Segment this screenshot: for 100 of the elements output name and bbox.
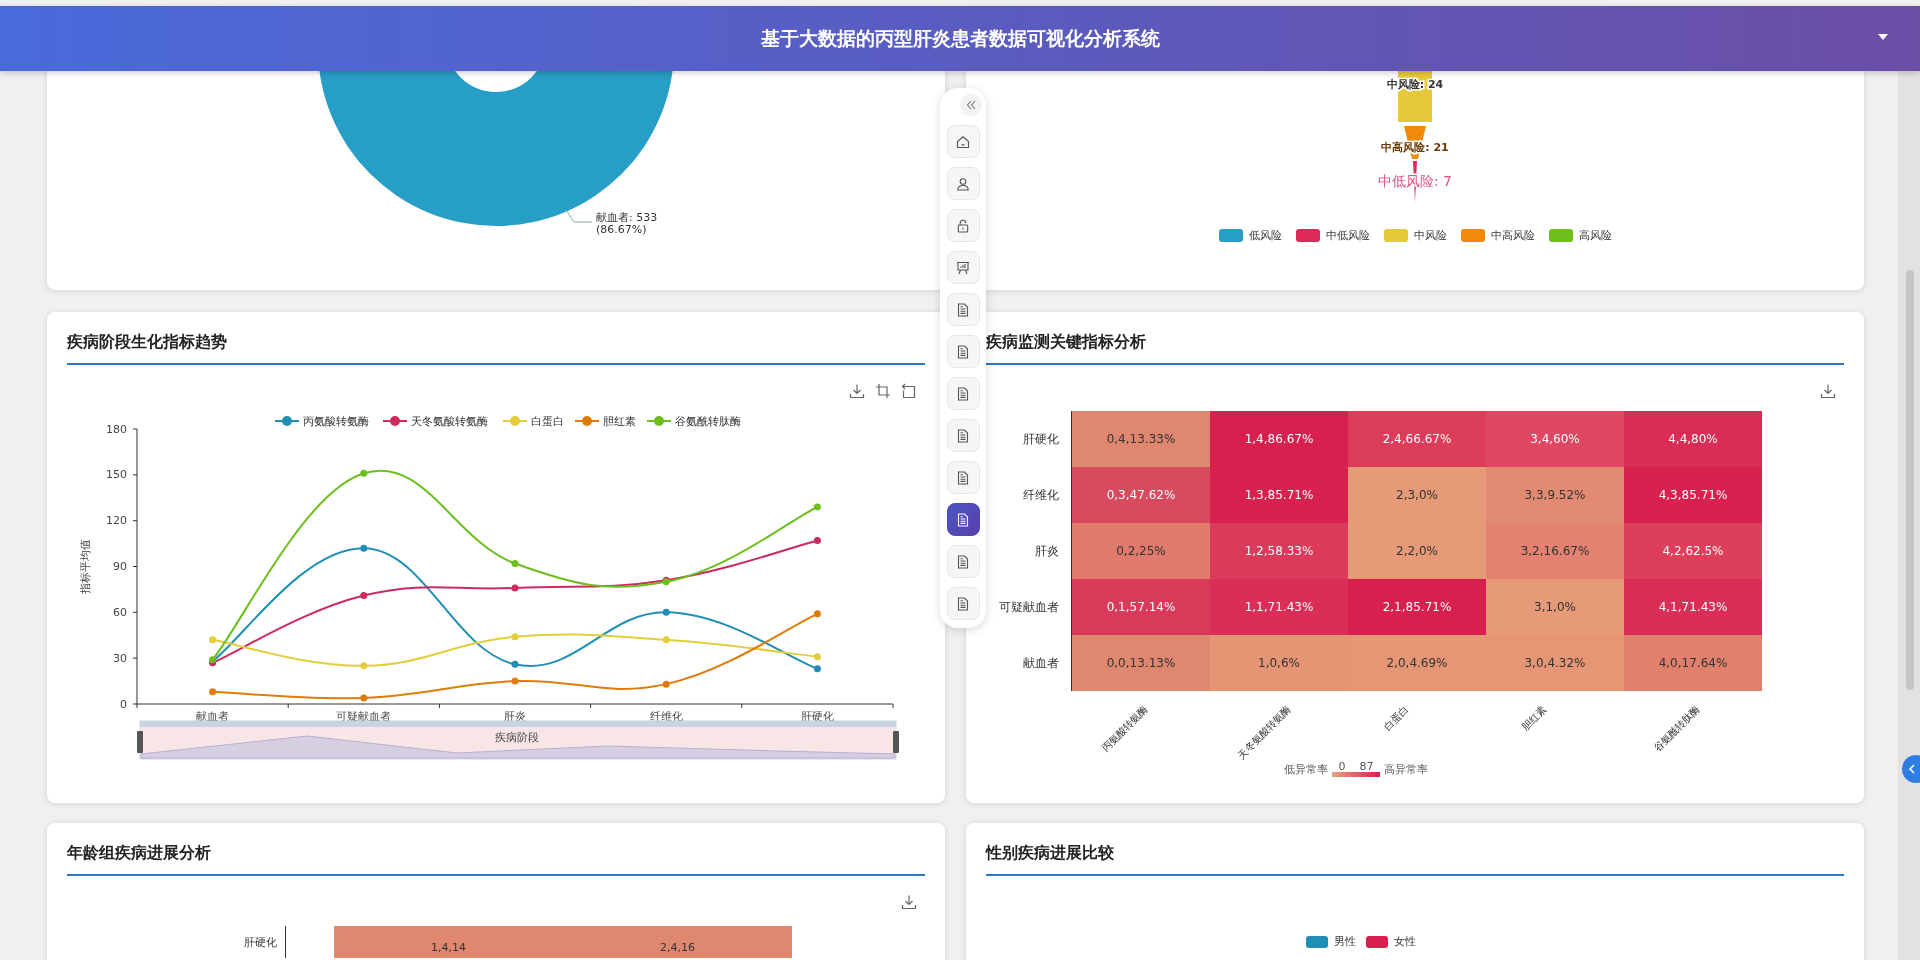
heatmap-cell: 4,2,62.5% [1624,523,1762,579]
heatmap-cell: 2,0,4.69% [1348,635,1486,691]
data-point [511,559,519,567]
legend-label: 白蛋白 [531,415,564,428]
document-icon [956,554,970,569]
heatmap-cell: 3,4,60% [1486,411,1624,467]
legend-item[interactable]: 天冬氨酸转氨酶 [382,415,488,428]
caret-icon[interactable] [1878,34,1888,40]
double-chevron-icon [966,100,976,110]
legend-item[interactable]: 白蛋白 [502,415,564,428]
y-tick-label: 0 [120,697,127,711]
reset-icon[interactable] [901,383,917,399]
x-tick-label: 肝炎 [504,710,526,723]
home-icon [956,134,970,149]
legend-label[interactable]: 高风险 [1578,228,1612,243]
legend-label[interactable]: 女性 [1394,934,1416,949]
data-point [662,608,670,616]
x-tick-label: 谷氨酰转肽酶 [1650,703,1703,756]
heatmap-cell: 0,2,25% [1072,523,1210,579]
heatmap-cell: 2,1,85.71% [1348,579,1486,635]
heatmap-cell: 0,3,47.62% [1072,467,1210,523]
x-axis-title: 疾病阶段 [495,731,539,744]
data-point [360,469,368,477]
chart-board-icon [956,260,970,275]
lock-icon [956,218,970,233]
y-tick-label: 120 [106,514,127,528]
heatmap-cell: 0,1,57.14% [1072,579,1210,635]
scrollbar-thumb[interactable] [1906,270,1914,690]
document-icon [956,512,970,527]
data-point [209,688,217,696]
legend-item[interactable]: 丙氨酸转氨酶 [274,415,369,428]
x-tick-label: 天冬氨酸转氨酶 [1234,703,1294,763]
document-icon [956,386,970,401]
document-icon [956,344,970,359]
card-title: 疾病阶段生化指标趋势 [67,332,227,353]
data-point [813,503,821,511]
card-title: 年龄组疾病进展分析 [67,843,211,864]
legend-label: 谷氨酰转肽酶 [675,415,741,428]
document-icon [956,428,970,443]
heatmap-cell: 1,3,85.71% [1210,467,1348,523]
zoom-slider[interactable] [137,720,899,760]
heatmap-cell: 3,3,9.52% [1486,467,1624,523]
data-point [360,544,368,552]
legend-label[interactable]: 低风险 [1248,228,1282,243]
legend-item[interactable]: 谷氨酰转肽酶 [646,415,741,428]
heatmap-cell: 4,1,71.43% [1624,579,1762,635]
heatmap-cell: 0,0,13.13% [1072,635,1210,691]
user-icon [956,176,970,191]
legend-label[interactable]: 男性 [1334,934,1356,949]
collapse-button[interactable] [960,94,982,116]
heatmap-cell: 2,3,0% [1348,467,1486,523]
heatmap-cell: 3,1,0% [1486,579,1624,635]
data-point [511,584,519,592]
y-axis-title: 指标平均值 [79,539,92,594]
x-tick-label: 胆红素 [1518,703,1550,735]
color-scale-bar[interactable] [1332,772,1380,777]
legend-label[interactable]: 中低风险 [1325,228,1370,243]
x-tick-label: 肝硬化 [800,710,834,723]
download-icon[interactable] [901,894,917,910]
scale-label: 低异常率 [1284,762,1328,777]
card-title: 疾病监测关键指标分析 [986,332,1146,353]
x-tick-label: 白蛋白 [1380,703,1412,735]
download-icon[interactable] [849,383,865,399]
x-tick-label: 献血者 [196,710,230,723]
document-icon [956,596,970,611]
data-point [360,592,368,600]
legend-item[interactable]: 胆红素 [574,415,636,428]
slice-percent: (86.67%) [596,223,647,236]
scale-label: 高异常率 [1384,762,1428,777]
legend-label: 丙氨酸转氨酶 [303,415,369,428]
heatmap-cell: 1,2,58.33% [1210,523,1348,579]
legend-label[interactable]: 中高风险 [1490,228,1535,243]
scale-min: 0 [1338,761,1346,772]
heatmap-cell: 1,1,71.43% [1210,579,1348,635]
data-point [813,665,821,673]
heatmap-cell: 1,4,14 [334,926,563,958]
legend-label[interactable]: 中风险 [1413,228,1447,243]
legend-label: 天冬氨酸转氨酶 [411,415,488,428]
y-tick-label: 90 [113,560,127,573]
leader-line [565,209,593,223]
data-point [511,677,519,685]
x-tick-label: 可疑献血者 [336,710,392,723]
heatmap-cell: 2,2,0% [1348,523,1486,579]
heatmap-cell: 3,2,16.67% [1486,523,1624,579]
data-point [360,694,368,702]
data-point [511,633,519,641]
y-tick-label: 60 [113,605,127,619]
card-title: 性别疾病进展比较 [986,843,1114,864]
chevron-left-icon [1908,764,1916,774]
heatmap-cell: 4,4,80% [1624,411,1762,467]
data-point [813,537,821,545]
slice-label: 献血者: 533 [596,211,658,224]
x-tick-label: 纤维化 [649,710,683,723]
zoom-icon[interactable] [875,383,891,399]
heatmap-cell: 2,4,66.67% [1348,411,1486,467]
heatmap-cell: 3,0,4.32% [1486,635,1624,691]
heatmap-cell: 4,0,17.64% [1624,635,1762,691]
nav-button[interactable] [946,503,980,536]
document-icon [956,470,970,485]
download-icon[interactable] [1820,383,1836,399]
